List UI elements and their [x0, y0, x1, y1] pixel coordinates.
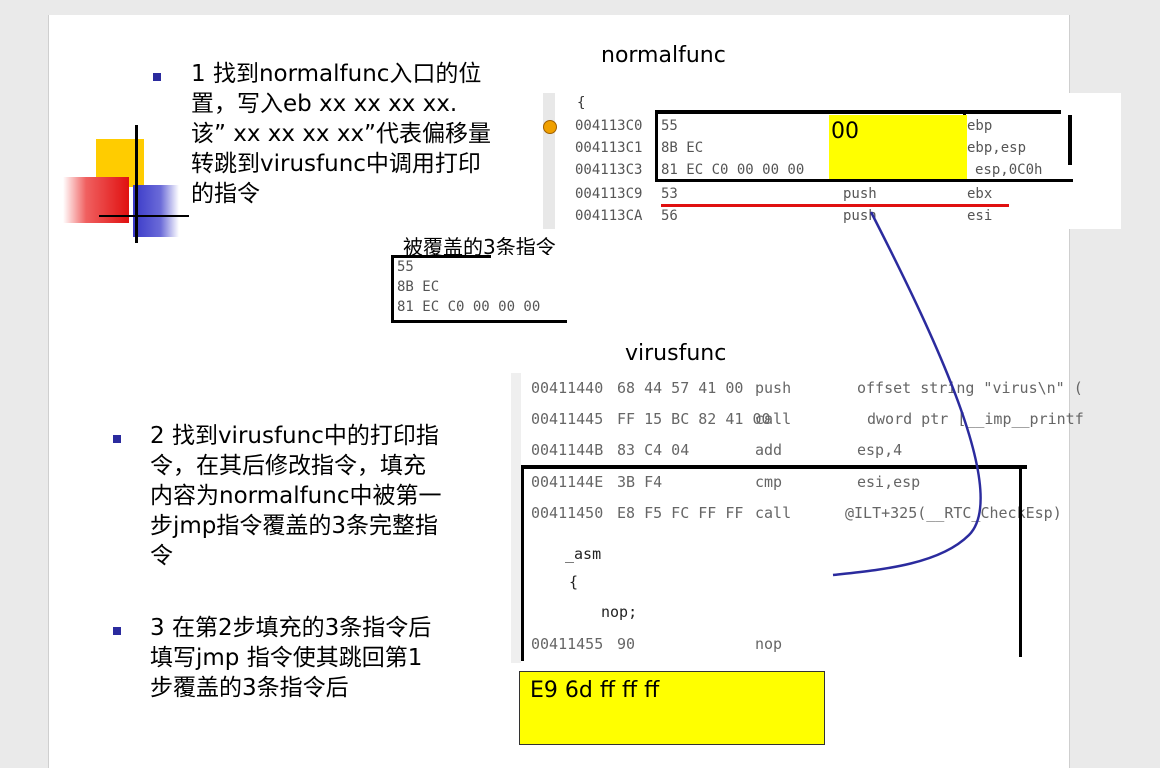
slide: 1 找到normalfunc入口的位 置，写入eb xx xx xx xx. 该… — [48, 15, 1121, 768]
connector-curve — [832, 211, 982, 577]
